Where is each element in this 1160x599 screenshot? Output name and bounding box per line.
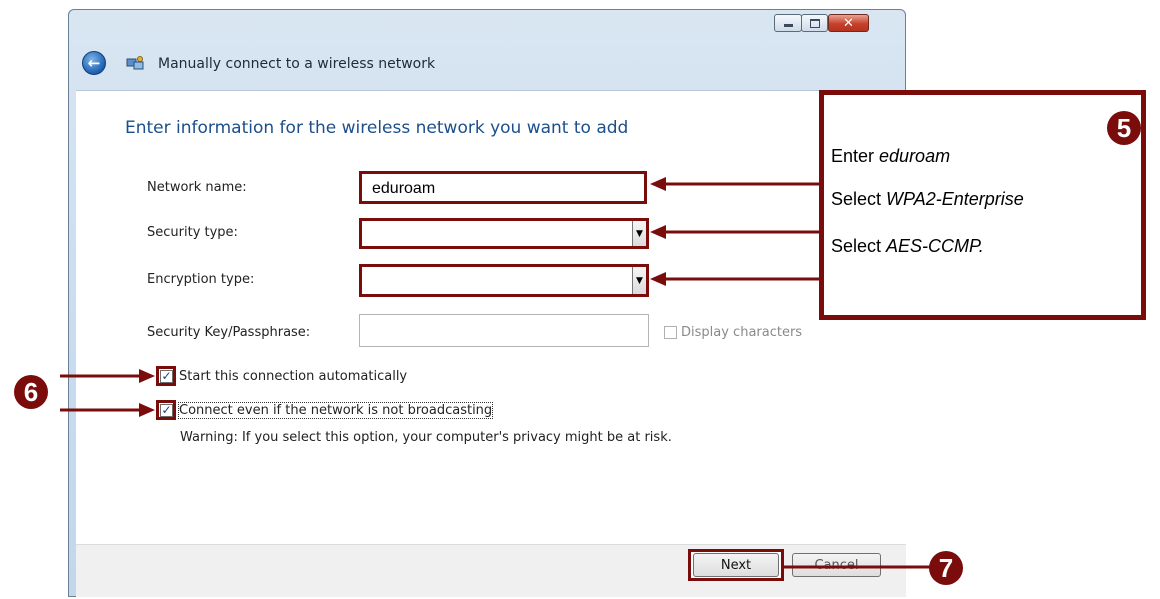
step-7-badge: 7 — [929, 551, 963, 585]
annotation-arrows — [60, 177, 930, 569]
step-5-badge: 5 — [1107, 111, 1141, 145]
step-6-badge: 6 — [14, 375, 48, 409]
